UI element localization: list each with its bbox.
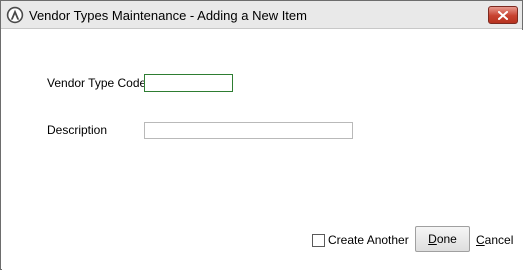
create-another-checkbox[interactable]: Create Another: [312, 232, 409, 248]
description-input[interactable]: [144, 122, 353, 139]
window-title: Vendor Types Maintenance - Adding a New …: [29, 8, 307, 23]
dialog-window: Vendor Types Maintenance - Adding a New …: [0, 0, 523, 270]
close-icon: [498, 10, 508, 20]
cancel-button[interactable]: Cancel: [476, 233, 513, 247]
create-another-label: Create Another: [328, 233, 409, 247]
vendor-type-code-label: Vendor Type Code: [47, 76, 147, 90]
done-button-label: Done: [428, 232, 457, 246]
title-bar[interactable]: Vendor Types Maintenance - Adding a New …: [1, 1, 522, 29]
checkbox-box[interactable]: [312, 233, 325, 247]
description-label: Description: [47, 123, 108, 137]
dialog-content: Vendor Type Code Description Create Anot…: [2, 30, 523, 270]
app-logo-icon: [6, 6, 24, 24]
done-button[interactable]: Done: [415, 226, 470, 252]
vendor-type-code-input[interactable]: [144, 74, 233, 92]
close-button[interactable]: [488, 6, 518, 24]
